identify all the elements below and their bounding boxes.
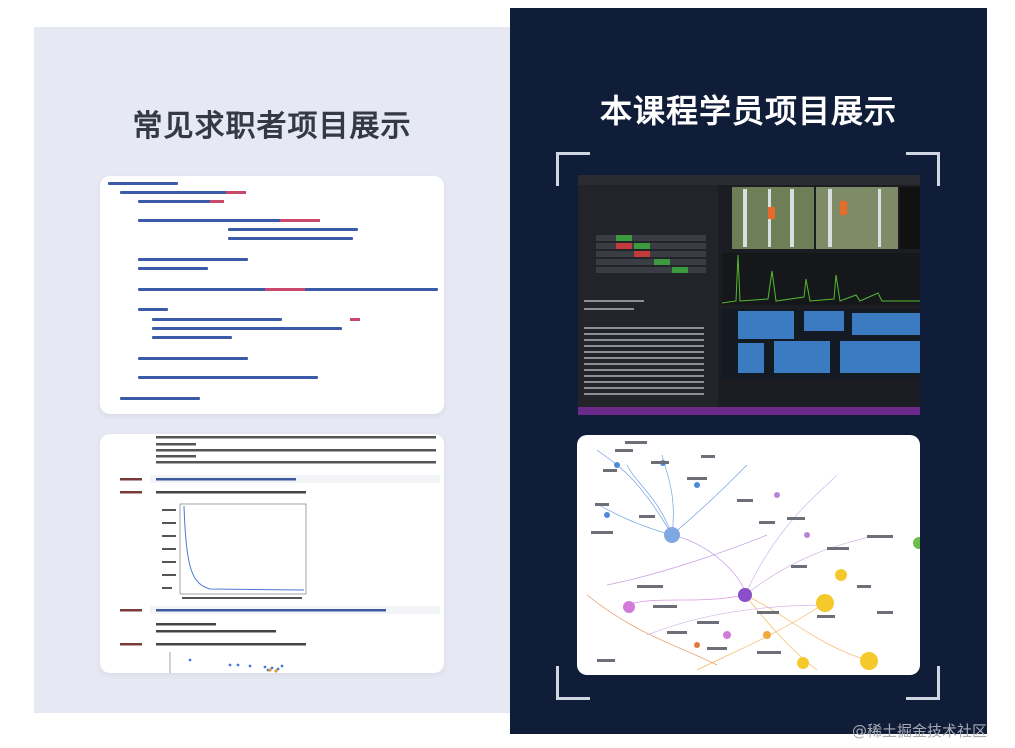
code-lines-image (108, 182, 438, 400)
network-graph-image (586, 441, 920, 671)
right-title: 本课程学员项目展示 (599, 92, 897, 130)
software-screenshot (578, 175, 920, 415)
watermark-text: @稀土掘金技术社区 (852, 722, 988, 740)
notebook-image (120, 436, 440, 673)
software-image (578, 175, 920, 415)
notebook-screenshot (100, 434, 444, 673)
left-title: 常见求职者项目展示 (132, 109, 412, 144)
network-graph-screenshot (577, 435, 920, 675)
code-screenshot (100, 176, 444, 414)
